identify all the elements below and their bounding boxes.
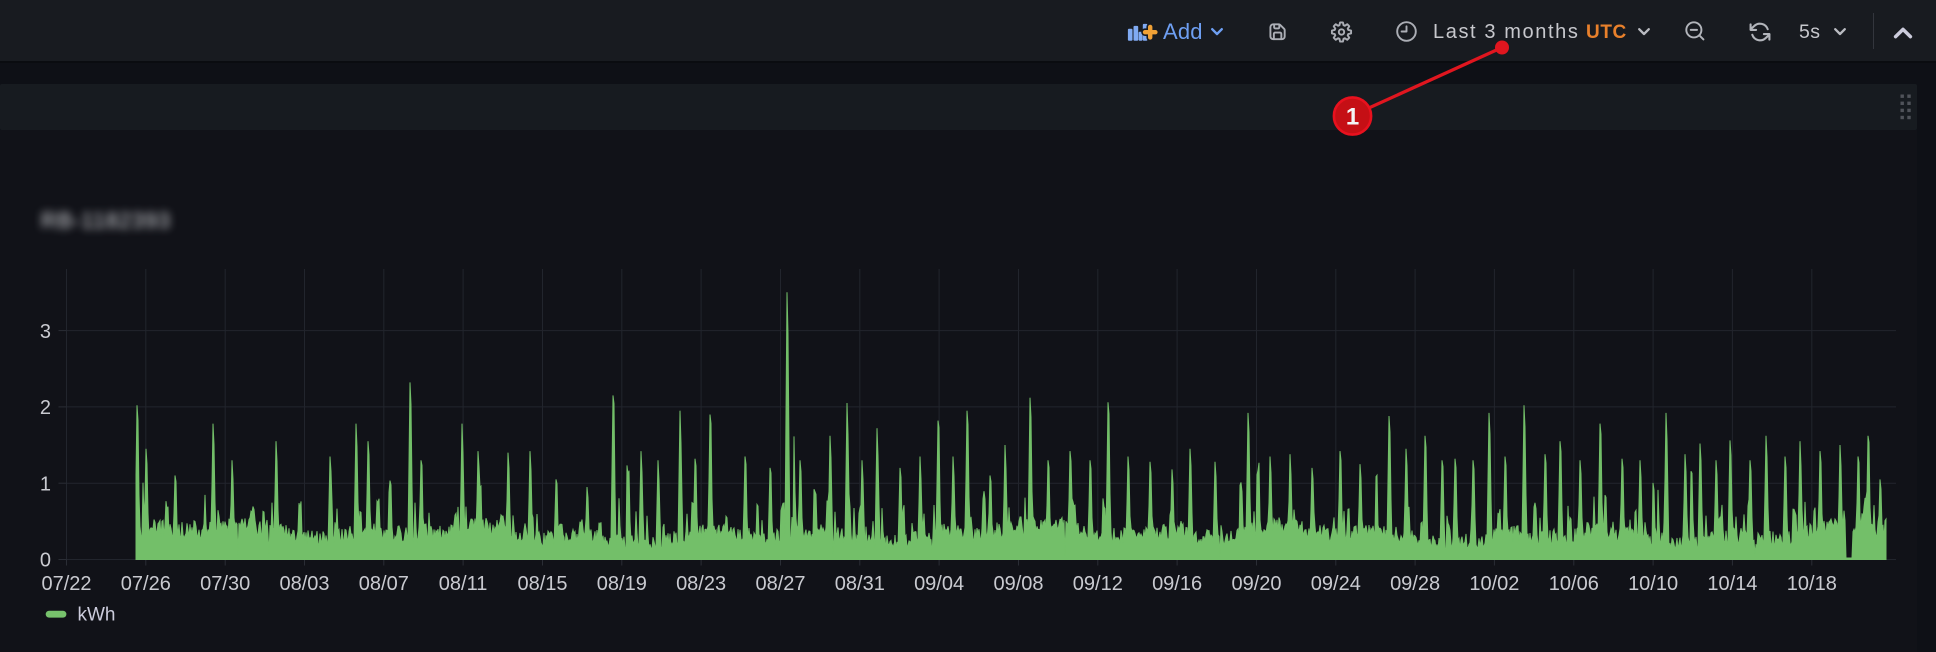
svg-text:1: 1 — [1346, 104, 1359, 131]
